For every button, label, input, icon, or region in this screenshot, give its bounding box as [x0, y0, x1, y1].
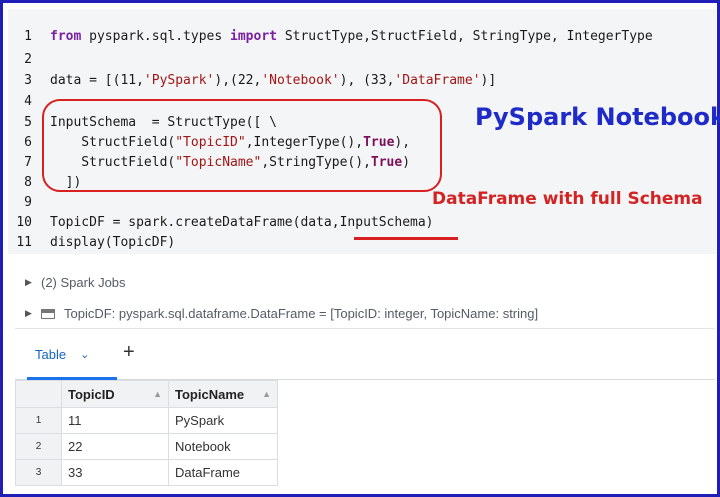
table-cell[interactable]: PySpark [168, 407, 278, 434]
tab-table[interactable]: Table ⌄ [35, 347, 89, 362]
line-number: 6 [24, 135, 32, 150]
code-line[interactable]: display(TopicDF) [50, 235, 175, 250]
row-index: 3 [15, 459, 62, 486]
result-tabbar: Table ⌄ + [15, 328, 715, 380]
code-token: ), (33, [339, 73, 395, 88]
screenshot-frame: 1 2 3 4 5 6 7 8 9 10 11 from pyspark.sql… [0, 0, 720, 497]
code-token: from [50, 29, 82, 44]
code-token: pyspark.sql.types [81, 29, 231, 44]
schema-argument-underline [354, 237, 458, 240]
code-line[interactable]: data = [(11,'PySpark'),(22,'Notebook'), … [50, 73, 496, 88]
caret-right-icon[interactable]: ▶ [25, 308, 33, 319]
row-index: 1 [15, 407, 62, 434]
table-cell[interactable]: Notebook [168, 433, 278, 460]
column-header-label: TopicID [68, 386, 115, 402]
spark-jobs-label: (2) Spark Jobs [41, 275, 126, 290]
code-token: 'Notebook' [261, 73, 340, 88]
result-table: TopicID ▲ TopicName ▲ 1 11 PySpark 2 22 … [15, 380, 278, 486]
code-token: 'DataFrame' [394, 73, 481, 88]
line-number: 4 [24, 94, 32, 109]
column-header-label: TopicName [175, 386, 245, 402]
line-number: 7 [24, 155, 32, 170]
spark-jobs-row[interactable]: ▶ (2) Spark Jobs [25, 275, 126, 290]
caret-right-icon[interactable]: ▶ [25, 277, 33, 288]
table-cell[interactable]: DataFrame [168, 459, 278, 486]
line-number: 8 [24, 175, 32, 190]
dataframe-icon [41, 308, 55, 319]
table-row[interactable]: 2 22 Notebook [15, 433, 278, 460]
column-header-topicid[interactable]: TopicID ▲ [61, 380, 169, 408]
line-number: 2 [24, 52, 32, 67]
code-token: display(TopicDF) [50, 235, 176, 250]
code-token: import [230, 29, 277, 44]
dataframe-info-row[interactable]: ▶ TopicDF: pyspark.sql.dataframe.DataFra… [25, 306, 538, 321]
chevron-down-icon[interactable]: ⌄ [80, 348, 89, 361]
line-number: 10 [16, 215, 32, 230]
code-token: data = [(11, [50, 73, 144, 88]
sort-icon[interactable]: ▲ [153, 389, 162, 399]
code-token: ),(22, [214, 73, 262, 88]
row-index: 2 [15, 433, 62, 460]
line-number-gutter: 1 2 3 4 5 6 7 8 9 10 11 [8, 9, 42, 254]
table-header-row: TopicID ▲ TopicName ▲ [15, 380, 278, 408]
tab-table-label: Table [35, 347, 67, 362]
line-number: 1 [24, 29, 32, 44]
table-cell[interactable]: 22 [61, 433, 169, 460]
column-header-topicname[interactable]: TopicName ▲ [168, 380, 278, 408]
table-row[interactable]: 1 11 PySpark [15, 407, 278, 434]
line-number: 11 [16, 235, 32, 250]
table-cell[interactable]: 11 [61, 407, 169, 434]
annotation-subtitle: DataFrame with full Schema [432, 189, 703, 209]
code-cell[interactable]: 1 2 3 4 5 6 7 8 9 10 11 from pyspark.sql… [8, 9, 720, 254]
line-number: 3 [24, 73, 32, 88]
code-line[interactable]: TopicDF = spark.createDataFrame(data,Inp… [50, 215, 434, 230]
line-number: 9 [24, 195, 32, 210]
annotation-title: PySpark Notebook [475, 103, 720, 131]
sort-icon[interactable]: ▲ [262, 389, 271, 399]
table-cell[interactable]: 33 [61, 459, 169, 486]
code-token: 'PySpark' [143, 73, 215, 88]
line-number: 5 [24, 115, 32, 130]
schema-highlight-box [42, 99, 442, 192]
table-row[interactable]: 3 33 DataFrame [15, 459, 278, 486]
dataframe-info-label: TopicDF: pyspark.sql.dataframe.DataFrame… [64, 306, 539, 321]
code-line[interactable]: from pyspark.sql.types import StructType… [50, 29, 653, 44]
code-token: StructType,StructField, StringType, Inte… [277, 29, 653, 44]
code-token: TopicDF = spark.createDataFrame(data,Inp… [50, 215, 434, 230]
add-tab-button[interactable]: + [123, 341, 135, 364]
code-token: )] [480, 73, 497, 88]
row-index-header [15, 380, 62, 408]
